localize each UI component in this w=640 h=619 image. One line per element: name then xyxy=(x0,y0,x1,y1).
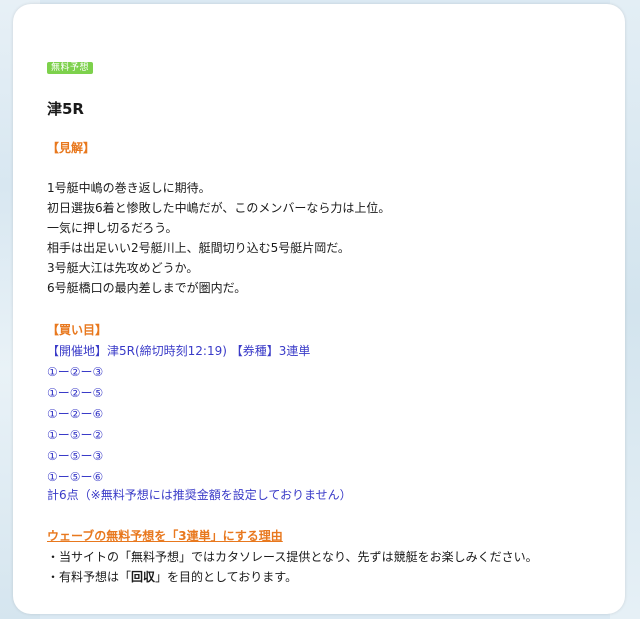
reason-heading-link[interactable]: ウェーブの無料予想を「3連単」にする理由 xyxy=(47,528,283,544)
opinion-line-6: 6号艇橋口の最内差しまでが圏内だ。 xyxy=(47,281,247,295)
buy-heading: 【買い目】 xyxy=(47,323,108,337)
free-prediction-badge: 無料予想 xyxy=(47,62,94,74)
reason-line-2-suffix: 」を目的としております。 xyxy=(155,570,298,584)
bet-3: ①ー②ー⑥ xyxy=(47,407,104,421)
opinion-line-2: 初日選抜6着と惨敗した中嶋だが、このメンバーなら力は上位。 xyxy=(47,201,391,215)
reason-line-2: ・有料予想は「回収」を目的としております。 xyxy=(47,569,297,585)
reason-line-1: ・当サイトの「無料予想」ではカタソレース提供となり、先ずは競艇をお楽しみください… xyxy=(47,550,538,564)
total-line: 計6点（※無料予想には推奨金額を設定しておりません） xyxy=(47,488,352,502)
opinion-line-5: 3号艇大江は先攻めどうか。 xyxy=(47,261,199,275)
bet-4: ①ー⑤ー② xyxy=(47,428,104,442)
bet-1: ①ー②ー③ xyxy=(47,365,104,379)
opinion-line-1: 1号艇中嶋の巻き返しに期待。 xyxy=(47,181,211,195)
bet-6: ①ー⑤ー⑥ xyxy=(47,470,104,484)
bet-2: ①ー②ー⑤ xyxy=(47,386,104,400)
content-card: 無料予想 津5R 【見解】 1号艇中嶋の巻き返しに期待。 初日選抜6着と惨敗した… xyxy=(13,4,625,614)
venue-line: 【開催地】津5R(締切時刻12:19) 【券種】3連単 xyxy=(47,344,311,358)
bet-5: ①ー⑤ー③ xyxy=(47,449,104,463)
race-title: 津5R xyxy=(47,100,84,118)
opinion-line-4: 相手は出足いい2号艇川上、艇間切り込む5号艇片岡だ。 xyxy=(47,241,350,255)
reason-line-2-bold: 回収 xyxy=(131,570,156,584)
opinion-heading: 【見解】 xyxy=(47,141,96,155)
opinion-line-3: 一気に押し切るだろう。 xyxy=(47,221,178,235)
reason-line-2-prefix: ・有料予想は「 xyxy=(47,570,132,584)
